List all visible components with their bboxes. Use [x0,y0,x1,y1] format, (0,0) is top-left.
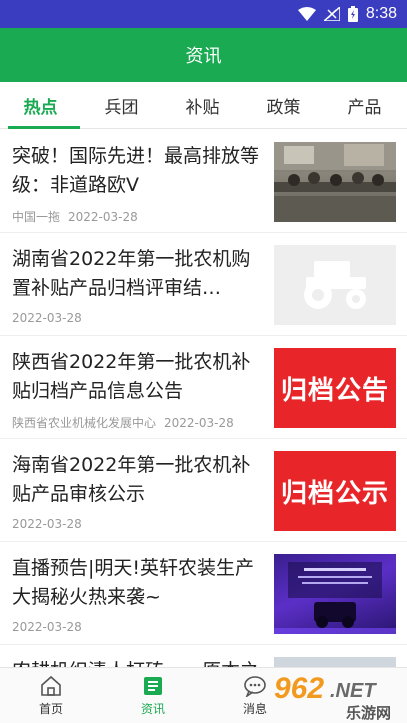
news-title: 直播预告|明天!英轩农装生产大揭秘火热来袭~ [12,557,255,608]
news-item[interactable]: 湖南省2022年第一批农机购置补贴产品归档评审结… 2022-03-28 [0,233,407,336]
news-date: 2022-03-28 [12,311,82,325]
tab-label: 产品 [347,98,382,118]
status-time: 8:38 [365,5,397,22]
tab-subsidy[interactable]: 补贴 [162,82,243,129]
tab-label: 热点 [23,98,58,118]
news-item[interactable]: 陕西省2022年第一批农机补贴归档产品信息公告 陕西省农业机械化发展中心 2022… [0,336,407,439]
app-bar: 资讯 [0,28,407,82]
message-icon [244,676,266,697]
news-meta: 2022-03-28 [12,311,82,325]
tractor-icon [304,261,366,309]
home-icon [41,675,61,696]
news-date: 2022-03-28 [12,517,82,531]
news-date: 2022-03-28 [164,416,234,430]
nav-label: 消息 [242,702,267,716]
tab-policy[interactable]: 政策 [243,82,324,129]
tab-label: 补贴 [185,98,220,118]
news-title: 突破！国际先进！最高排放等级：非道路欧V [12,145,260,196]
live-poster-drawing [274,562,396,634]
thumb-text: 归档公告 [280,375,389,406]
news-meta: 2022-03-28 [12,517,82,531]
nav-label: 首页 [38,702,63,716]
meeting-photo [274,142,396,222]
news-date: 2022-03-28 [68,210,138,224]
news-meta: 2022-03-28 [12,620,82,634]
tab-products[interactable]: 产品 [324,82,405,129]
news-title: 陕西省2022年第一批农机补贴归档产品信息公告 [12,351,251,402]
watermark-suffix: .NET [330,680,376,702]
news-item[interactable]: 直播预告|明天!英轩农装生产大揭秘火热来袭~ 2022-03-28 [0,542,407,645]
watermark-brand: 962 [274,672,325,705]
news-title: 海南省2022年第一批农机补贴产品审核公示 [12,454,251,505]
partial-thumb [274,657,396,667]
page-title: 资讯 [185,46,222,67]
news-item[interactable]: 农耕机织清人打砖一一原本之 [0,645,407,667]
tab-label: 兵团 [104,98,139,118]
news-date: 2022-03-28 [12,620,82,634]
tab-label: 政策 [266,98,301,118]
battery-icon [347,6,358,22]
thumb-text: 归档公示 [280,478,389,509]
tab-hot[interactable]: 热点 [0,82,81,129]
nav-news[interactable]: 资讯 [102,668,204,723]
news-icon [144,677,162,695]
news-source: 陕西省农业机械化发展中心 [12,416,157,430]
watermark-logo: 962 .NET 乐游网 [270,670,407,723]
nav-home[interactable]: 首页 [0,668,102,723]
news-item[interactable]: 突破！国际先进！最高排放等级：非道路欧V 中国一拖 2022-03-28 [0,130,407,233]
news-source: 中国一拖 [12,210,61,224]
tab-indicator [8,126,80,129]
status-icons: 8:38 [297,4,397,24]
tab-bingtuan[interactable]: 兵团 [81,82,162,129]
live-poster [274,554,396,634]
news-item[interactable]: 海南省2022年第一批农机补贴产品审核公示 2022-03-28 归档公示 [0,439,407,542]
news-title: 农耕机织清人打砖一一原本之 [12,657,264,667]
news-meta: 中国一拖 2022-03-28 [12,208,138,225]
category-tabs: 热点 兵团 补贴 政策 产品 [0,82,407,129]
meeting-photo-drawing [274,142,396,222]
news-list[interactable]: 突破！国际先进！最高排放等级：非道路欧V 中国一拖 2022-03-28 湖南省2… [0,130,407,667]
tractor-placeholder [274,245,396,325]
wifi-icon [297,7,316,21]
status-bar: 8:38 [0,0,407,28]
news-title: 湖南省2022年第一批农机购置补贴产品归档评审结… [12,248,251,299]
watermark-subtitle: 乐游网 [346,705,392,722]
news-meta: 陕西省农业机械化发展中心 2022-03-28 [12,414,234,431]
nav-label: 资讯 [140,702,165,716]
signal-icon [323,7,340,21]
announcement-thumb: 归档公示 [274,451,396,531]
announcement-thumb: 归档公告 [274,348,396,428]
